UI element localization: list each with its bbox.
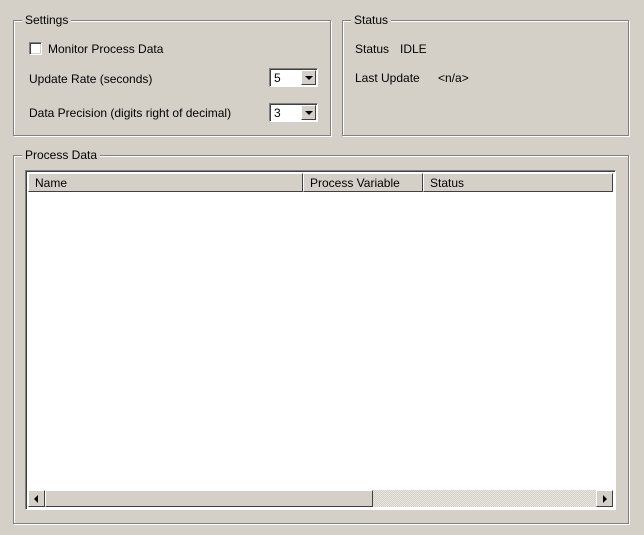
column-header-process-variable[interactable]: Process Variable xyxy=(303,173,423,192)
update-rate-dropdown-button[interactable] xyxy=(301,70,316,85)
status-legend: Status xyxy=(351,13,392,27)
scroll-left-button[interactable] xyxy=(28,490,45,507)
status-value: IDLE xyxy=(400,42,427,56)
chevron-down-icon xyxy=(305,76,313,80)
settings-legend: Settings xyxy=(22,13,72,27)
monitor-process-data-checkbox[interactable] xyxy=(29,42,42,55)
data-precision-dropdown-button[interactable] xyxy=(301,105,316,120)
process-data-list[interactable]: Name Process Variable Status xyxy=(25,170,616,510)
column-header-name[interactable]: Name xyxy=(28,173,303,192)
scroll-right-button[interactable] xyxy=(596,490,613,507)
chevron-down-icon xyxy=(305,111,313,115)
process-data-legend: Process Data xyxy=(22,148,101,162)
last-update-value: <n/a> xyxy=(438,71,469,85)
data-precision-value: 3 xyxy=(274,106,281,120)
list-header-row: Name Process Variable Status xyxy=(28,173,613,192)
horizontal-scrollbar[interactable] xyxy=(28,490,613,507)
data-precision-label: Data Precision (digits right of decimal) xyxy=(29,106,232,120)
arrow-left-icon xyxy=(34,495,38,503)
scrollbar-thumb[interactable] xyxy=(45,490,373,507)
data-precision-select[interactable]: 3 xyxy=(269,103,318,122)
arrow-right-icon xyxy=(603,495,607,503)
monitor-process-data-label[interactable]: Monitor Process Data xyxy=(48,42,163,56)
column-header-status[interactable]: Status xyxy=(423,173,613,192)
update-rate-value: 5 xyxy=(274,71,281,85)
last-update-label: Last Update xyxy=(355,71,420,85)
status-label: Status xyxy=(355,42,390,56)
update-rate-label: Update Rate (seconds) xyxy=(29,72,153,86)
update-rate-select[interactable]: 5 xyxy=(269,68,318,87)
